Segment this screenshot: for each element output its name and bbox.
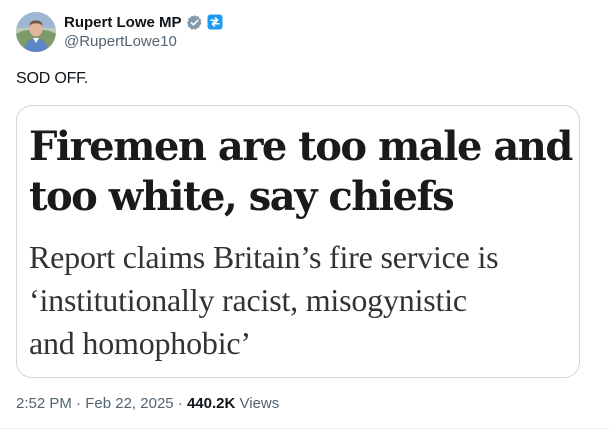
avatar[interactable] <box>16 12 56 52</box>
author-name-row: Rupert Lowe MP <box>64 12 223 32</box>
meta-separator: · <box>76 395 82 412</box>
standfirst: Report claims Britain’s fire service is … <box>29 236 574 365</box>
standfirst-line: and homophobic’ <box>29 325 251 361</box>
author-handle[interactable]: @RupertLowe10 <box>64 33 177 50</box>
avatar-photo <box>16 12 56 52</box>
divider <box>0 428 611 429</box>
headline-line: too white, say chiefs <box>29 173 455 220</box>
headline-line: Firemen are too male and <box>29 123 573 170</box>
headline: Firemen are too male and too white, say … <box>29 122 574 222</box>
views-label: Views <box>239 395 280 412</box>
standfirst-line: Report claims Britain’s fire service is <box>29 239 499 275</box>
media-card[interactable]: Firemen are too male and too white, say … <box>16 105 580 378</box>
verified-badge-icon[interactable] <box>186 14 203 31</box>
tweet-time[interactable]: 2:52 PM <box>16 395 72 412</box>
tweet-text: SOD OFF. <box>16 70 89 87</box>
meta-separator: · <box>177 395 183 412</box>
affiliate-badge-icon[interactable] <box>207 14 223 30</box>
tweet: Rupert Lowe MP @RupertLowe10 SOD OFF. Fi… <box>0 0 611 431</box>
tweet-date[interactable]: Feb 22, 2025 <box>85 395 173 412</box>
views-count[interactable]: 440.2K <box>187 395 235 412</box>
author-name[interactable]: Rupert Lowe MP <box>64 14 182 31</box>
standfirst-line: ‘institutionally racist, misogynistic <box>29 282 467 318</box>
tweet-meta: 2:52 PM · Feb 22, 2025 · 440.2K Views <box>16 395 279 412</box>
